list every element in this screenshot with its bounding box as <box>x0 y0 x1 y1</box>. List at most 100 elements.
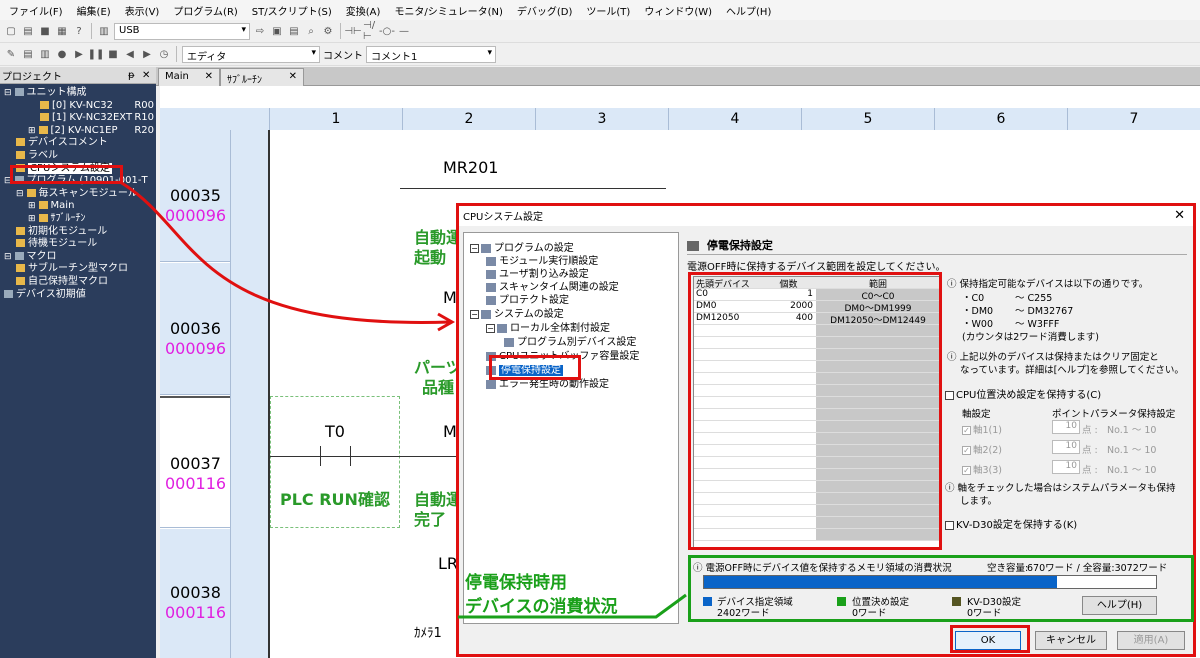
menu-item[interactable]: ST/スクリプト(S) <box>245 3 339 18</box>
menu-item[interactable]: プログラム(R) <box>166 3 244 18</box>
read-icon[interactable]: ▤ <box>287 24 301 38</box>
tree-item[interactable]: ⊟ 毎スキャンモジュール <box>0 188 156 201</box>
app-window: ファイル(F) 編集(E) 表示(V) プログラム(R) ST/スクリプト(S) 変換(A… <box>0 0 1200 658</box>
tree-node-icon <box>38 213 48 222</box>
tree-item[interactable]: ⊞ ｻﾌﾞﾙｰﾁﾝ <box>0 213 156 226</box>
close-icon[interactable]: ✕ <box>205 71 213 84</box>
tree-node-icon <box>16 239 25 248</box>
highlight-cpu-setting <box>10 165 123 184</box>
tree-item[interactable]: ⊞ [2] KV-NC1EP R20 <box>0 125 156 138</box>
tree-item-label: デバイスコメント <box>28 137 108 149</box>
record-icon[interactable]: ● <box>55 47 69 61</box>
menu-item[interactable]: ツール(T) <box>579 3 637 18</box>
help-icon[interactable]: ? <box>72 24 86 38</box>
project-title: プロジェクト <box>2 71 62 83</box>
pin-icon[interactable]: ᵽ <box>128 70 142 81</box>
line-cell-36: 00036 000096 <box>160 263 230 395</box>
menu-item[interactable]: デバッグ(D) <box>510 3 580 18</box>
pause-icon[interactable]: ❚❚ <box>88 47 105 61</box>
step-forward-icon[interactable]: ▶ <box>140 47 154 61</box>
edit-icon[interactable]: ✎ <box>4 47 18 61</box>
project-panel: プロジェクト ᵽ ✕ ⊟ ユニット構成 [0] KV-NC32 R00 [1] KV-N… <box>0 67 156 658</box>
tree-item-label: デバイス初期値 <box>16 288 86 300</box>
menu-item[interactable]: ファイル(F) <box>2 3 70 18</box>
comment-label: コメント <box>323 50 363 62</box>
contact-a-icon[interactable]: ⊣⊢ <box>344 24 361 38</box>
tree-item[interactable]: ⊟ マクロ <box>0 251 156 264</box>
menu-item[interactable]: ウィンドウ(W) <box>637 3 719 18</box>
ladder-wire <box>270 456 350 457</box>
tree-node-icon <box>16 138 25 147</box>
save-icon[interactable]: ■ <box>38 24 52 38</box>
tree-item-label: 自己保持型マクロ <box>28 275 108 287</box>
project-tree: ⊟ ユニット構成 [0] KV-NC32 R00 [1] KV-NC32EXT R10 ⊞[… <box>0 84 156 301</box>
transfer-icon[interactable]: ⇨ <box>253 24 267 38</box>
contact-m2[interactable]: M <box>443 422 457 441</box>
menu-item[interactable]: モニタ/シミュレータ(N) <box>387 3 509 18</box>
tree-node-icon <box>14 88 24 96</box>
close-icon[interactable]: ✕ <box>289 71 297 84</box>
tree-item[interactable]: デバイスコメント <box>0 137 156 150</box>
step-back-icon[interactable]: ◀ <box>123 47 137 61</box>
line-number: 00037 <box>170 454 221 473</box>
stop-icon[interactable]: ■ <box>106 47 120 61</box>
annotation-line1: 停電保持時用 <box>465 573 567 593</box>
contact-bar <box>320 446 321 466</box>
menu-item[interactable]: ヘルプ(H) <box>719 3 778 18</box>
search-icon[interactable]: ⌕ <box>304 24 318 38</box>
expander-icon[interactable]: ⊟ <box>4 252 12 262</box>
menu-bar: ファイル(F) 編集(E) 表示(V) プログラム(R) ST/スクリプト(S) 変換(A… <box>0 0 1200 20</box>
tree-item[interactable]: デバイス初期値 <box>0 289 156 302</box>
toolbar-divider <box>91 23 92 39</box>
tree-item[interactable]: ⊟ ユニット構成 <box>0 87 156 100</box>
expander-icon[interactable]: ⊞ <box>28 201 36 211</box>
contact-m[interactable]: M <box>443 288 457 307</box>
tree-item[interactable]: 初期化モジュール <box>0 226 156 239</box>
timer-icon[interactable]: ◷ <box>157 47 171 61</box>
tree-item[interactable]: [0] KV-NC32 R00 <box>0 100 156 113</box>
toolbar-divider <box>176 46 177 62</box>
print-icon[interactable]: ▦ <box>55 24 69 38</box>
tab-main[interactable]: Main ✕ <box>158 68 220 86</box>
play-icon[interactable]: ▶ <box>72 47 86 61</box>
menu-item[interactable]: 編集(E) <box>70 3 118 18</box>
contact-mr201[interactable]: MR201 <box>443 158 498 177</box>
contact-t0[interactable]: T0 <box>325 422 345 441</box>
ladder-corner <box>160 108 270 130</box>
tree-item[interactable]: 自己保持型マクロ <box>0 276 156 289</box>
line-icon[interactable]: — <box>397 24 411 38</box>
expander-icon[interactable]: ⊞ <box>28 214 36 224</box>
coil-icon[interactable]: -○- <box>379 24 395 38</box>
contact-b-icon[interactable]: ⊣/⊢ <box>363 20 377 42</box>
expander-icon[interactable]: ⊟ <box>4 88 12 98</box>
highlight-tree-item <box>489 355 581 380</box>
menu-item[interactable]: 表示(V) <box>118 3 167 18</box>
toolbar-divider <box>340 23 341 39</box>
line-cell-37: 00037 000116 <box>160 396 230 528</box>
tree-node-icon <box>16 264 25 273</box>
tree-item[interactable]: 待機モジュール <box>0 238 156 251</box>
compare-icon[interactable]: ▥ <box>38 47 52 61</box>
expander-icon[interactable]: ⊞ <box>28 126 36 136</box>
tree-item[interactable]: サブルーチン型マクロ <box>0 263 156 276</box>
comment-select[interactable]: コメント1 <box>366 45 496 63</box>
settings-icon[interactable]: ⚙ <box>321 24 335 38</box>
menu-item[interactable]: 変換(A) <box>339 3 388 18</box>
tree-item[interactable]: [1] KV-NC32EXT R10 <box>0 112 156 125</box>
tree-item-label: 初期化モジュール <box>28 225 108 237</box>
tree-node-icon <box>16 150 25 159</box>
tree-item[interactable]: ラベル <box>0 150 156 163</box>
line-cell-38: 00038 000116 <box>160 529 230 658</box>
monitor-icon[interactable]: ▣ <box>270 24 284 38</box>
tree-item[interactable]: ⊞ Main <box>0 200 156 213</box>
write-icon[interactable]: ▤ <box>21 47 35 61</box>
open-folder-icon[interactable]: ▤ <box>21 24 35 38</box>
tab-subroutine[interactable]: ｻﾌﾞﾙｰﾁﾝ ✕ <box>220 68 304 86</box>
tree-item-label: [2] KV-NC1EP <box>50 124 118 136</box>
expander-icon[interactable]: ⊟ <box>16 189 24 199</box>
new-file-icon[interactable]: ▢ <box>4 24 18 38</box>
close-icon[interactable]: ✕ <box>142 70 156 81</box>
editor-select[interactable]: エディタ <box>182 45 320 63</box>
tree-node-icon <box>16 276 25 285</box>
connection-select[interactable]: USB <box>114 22 250 40</box>
